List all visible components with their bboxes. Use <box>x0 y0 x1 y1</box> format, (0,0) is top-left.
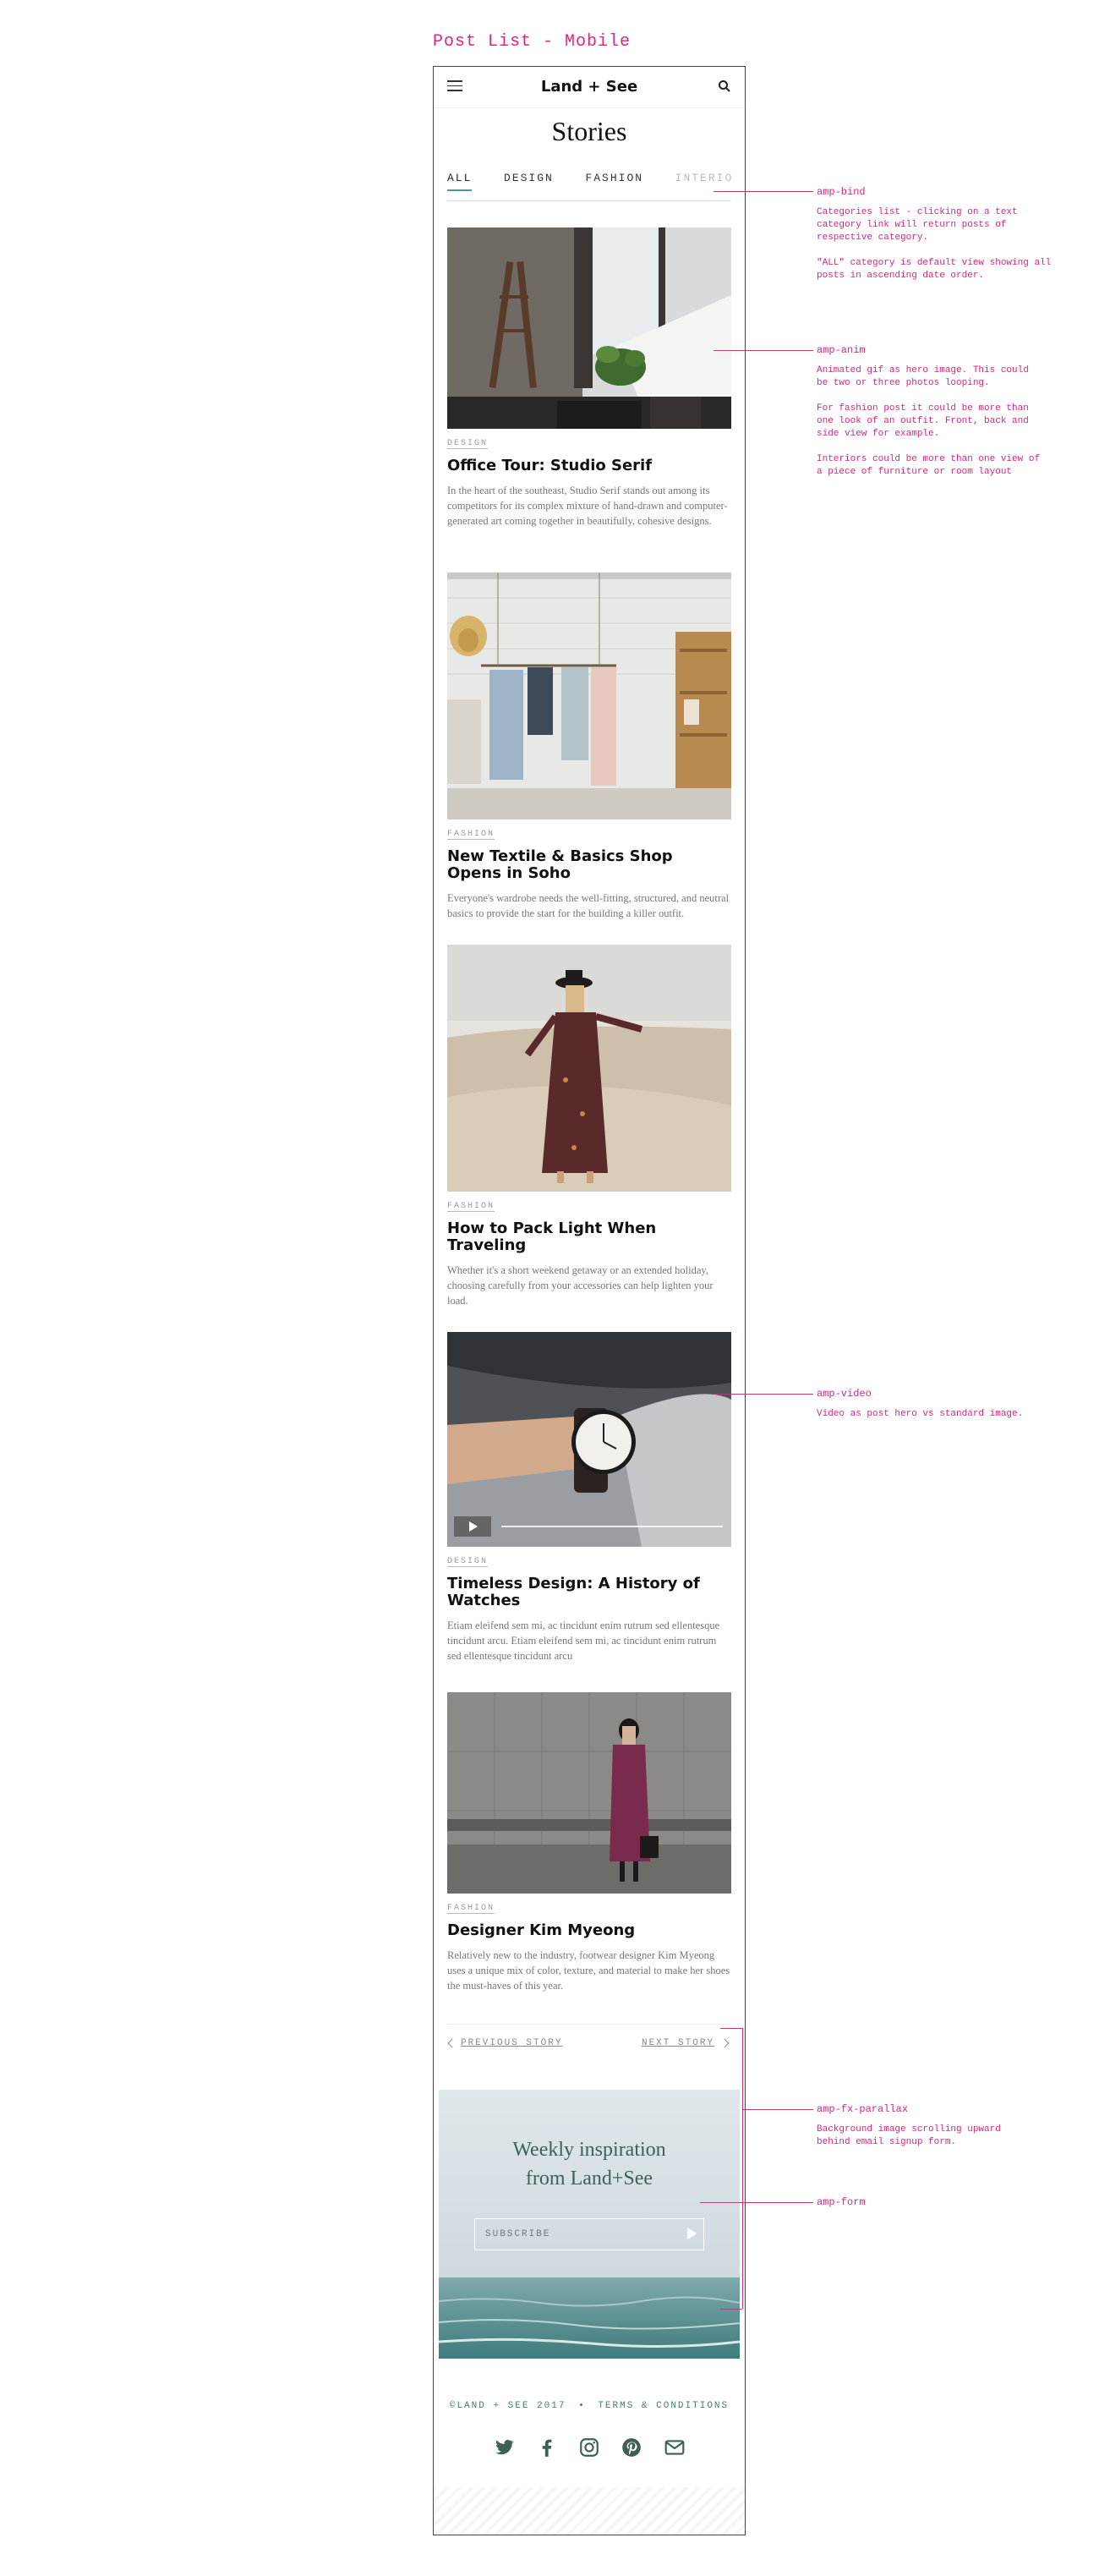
post-card: FASHION New Textile & Basics Shop Opens … <box>447 573 731 921</box>
annotation-text: Animated gif as hero image. This could b… <box>817 365 1041 477</box>
post-title[interactable]: Office Tour: Studio Serif <box>447 458 731 474</box>
annotation-line-parallax <box>742 2109 813 2110</box>
post-category[interactable]: DESIGN <box>447 1557 489 1567</box>
post-category[interactable]: FASHION <box>447 1904 495 1914</box>
terms-link[interactable]: TERMS & CONDITIONS <box>598 2401 729 2411</box>
instagram-icon[interactable] <box>578 2436 600 2458</box>
separator-dot: • <box>578 2401 586 2411</box>
post-title[interactable]: Designer Kim Myeong <box>447 1922 731 1939</box>
promo-title: Weekly inspiration from Land+See <box>439 2135 740 2193</box>
annotation-line-bind <box>714 191 813 192</box>
annotation-label: amp-form <box>817 2196 866 2208</box>
tab-design[interactable]: DESIGN <box>504 167 554 189</box>
next-story-link[interactable]: NEXT STORY <box>642 2038 714 2048</box>
tab-interiors[interactable]: INTERIORS <box>675 167 731 189</box>
post-card: FASHION Designer Kim Myeong Relatively n… <box>447 1692 731 1993</box>
video-controls <box>454 1516 724 1537</box>
subscribe-arrow-icon[interactable] <box>687 2228 697 2239</box>
post-hero-image[interactable] <box>447 573 731 819</box>
twitter-icon[interactable] <box>493 2436 515 2458</box>
annotation-text: Categories list - clicking on a text cat… <box>817 207 1052 281</box>
post-category[interactable]: DESIGN <box>447 439 489 449</box>
subscribe-form <box>474 2218 704 2250</box>
newsletter-promo: Weekly inspiration from Land+See <box>439 2090 740 2359</box>
previous-story-link[interactable]: PREVIOUS STORY <box>461 2038 562 2048</box>
footer-pattern <box>434 2487 745 2535</box>
annotation-line-form <box>700 2202 813 2203</box>
promo-line-2: from Land+See <box>525 2168 653 2190</box>
play-button[interactable] <box>454 1516 491 1537</box>
annotation-bracket-vertical <box>742 2028 743 2309</box>
category-tabs: ALL DESIGN FASHION INTERIORS <box>447 167 731 201</box>
annotation-amp-video: amp-video Video as post hero vs standard… <box>817 1388 1070 1421</box>
story-pager: PREVIOUS STORY NEXT STORY <box>447 2024 731 2058</box>
annotation-label: amp-anim <box>817 344 866 356</box>
post-hero-image[interactable] <box>447 945 731 1192</box>
annotation-amp-fx-parallax: amp-fx-parallax Background image scrolli… <box>817 2103 1070 2149</box>
annotation-label: amp-fx-parallax <box>817 2103 909 2115</box>
mobile-frame: Land + See Stories ALL DESIGN FASHION IN… <box>433 66 746 2535</box>
annotation-amp-bind: amp-bind Categories list - clicking on a… <box>817 186 1070 282</box>
copyright: ©LAND + SEE 2017 <box>449 2401 566 2411</box>
pinterest-icon[interactable] <box>621 2436 642 2458</box>
annotation-text: Video as post hero vs standard image. <box>817 1409 1024 1419</box>
footer-legal: ©LAND + SEE 2017 • TERMS & CONDITIONS <box>434 2401 745 2411</box>
annotation-amp-anim: amp-anim Animated gif as hero image. Thi… <box>817 344 1070 479</box>
annotation-amp-form: amp-form <box>817 2196 1070 2208</box>
annotation-label: amp-bind <box>817 186 866 198</box>
tab-all[interactable]: ALL <box>447 167 473 191</box>
play-icon <box>469 1521 478 1532</box>
tab-fashion[interactable]: FASHION <box>585 167 643 189</box>
video-progress-bar[interactable] <box>501 1526 723 1527</box>
post-category[interactable]: FASHION <box>447 1202 495 1212</box>
post-excerpt: In the heart of the southeast, Studio Se… <box>447 485 728 527</box>
post-excerpt: Everyone's wardrobe needs the well-fitti… <box>447 892 730 919</box>
post-excerpt: Relatively new to the industry, footwear… <box>447 1949 730 1992</box>
annotation-label: amp-video <box>817 1388 872 1400</box>
post-category[interactable]: FASHION <box>447 830 495 840</box>
chevron-left-icon[interactable] <box>447 2038 457 2048</box>
annotation-bracket-bottom <box>720 2309 742 2310</box>
email-icon[interactable] <box>664 2436 686 2458</box>
post-title[interactable]: How to Pack Light When Traveling <box>447 1220 731 1254</box>
promo-line-1: Weekly inspiration <box>512 2139 666 2161</box>
brand-logo[interactable]: Land + See <box>434 78 745 96</box>
social-links <box>434 2436 745 2458</box>
annotation-line-video <box>714 1394 813 1395</box>
subscribe-input[interactable] <box>475 2219 670 2249</box>
post-excerpt: Whether it's a short weekend getaway or … <box>447 1264 714 1307</box>
post-title[interactable]: New Textile & Basics Shop Opens in Soho <box>447 848 731 882</box>
post-excerpt: Etiam eleifend sem mi, ac tincidunt enim… <box>447 1620 720 1662</box>
facebook-icon[interactable] <box>536 2436 558 2458</box>
post-card: DESIGN Office Tour: Studio Serif In the … <box>447 227 731 529</box>
annotation-line-anim <box>714 350 813 351</box>
search-icon[interactable] <box>718 79 731 93</box>
top-bar: Land + See <box>434 67 745 108</box>
page-title: Stories <box>551 116 627 146</box>
post-hero-image[interactable] <box>447 1692 731 1894</box>
post-hero-image[interactable] <box>447 227 731 429</box>
annotation-bracket-top <box>720 2028 742 2029</box>
post-hero-video[interactable] <box>447 1332 731 1547</box>
post-card: DESIGN Timeless Design: A History of Wat… <box>447 1332 731 1663</box>
post-card: FASHION How to Pack Light When Traveling… <box>447 945 731 1308</box>
page-heading: Post List - Mobile <box>433 32 632 52</box>
post-title[interactable]: Timeless Design: A History of Watches <box>447 1576 731 1609</box>
annotation-text: Background image scrolling upward behind… <box>817 2124 1001 2147</box>
chevron-right-icon[interactable] <box>719 2038 730 2048</box>
